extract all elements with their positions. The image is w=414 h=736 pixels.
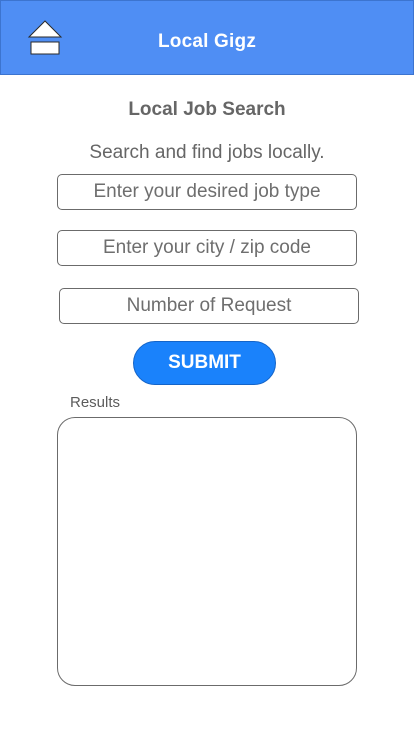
submit-button[interactable]: SUBMIT (133, 341, 276, 385)
request-count-input[interactable] (59, 288, 359, 324)
page-subtitle: Search and find jobs locally. (89, 142, 325, 163)
job-type-input[interactable] (57, 174, 357, 210)
results-panel[interactable] (57, 417, 357, 686)
app-title: Local Gigz (157, 31, 257, 52)
location-input[interactable] (57, 230, 357, 266)
app-header: Local Gigz (0, 0, 414, 75)
page-title: Local Job Search (128, 99, 286, 120)
results-label: Results (70, 394, 121, 411)
